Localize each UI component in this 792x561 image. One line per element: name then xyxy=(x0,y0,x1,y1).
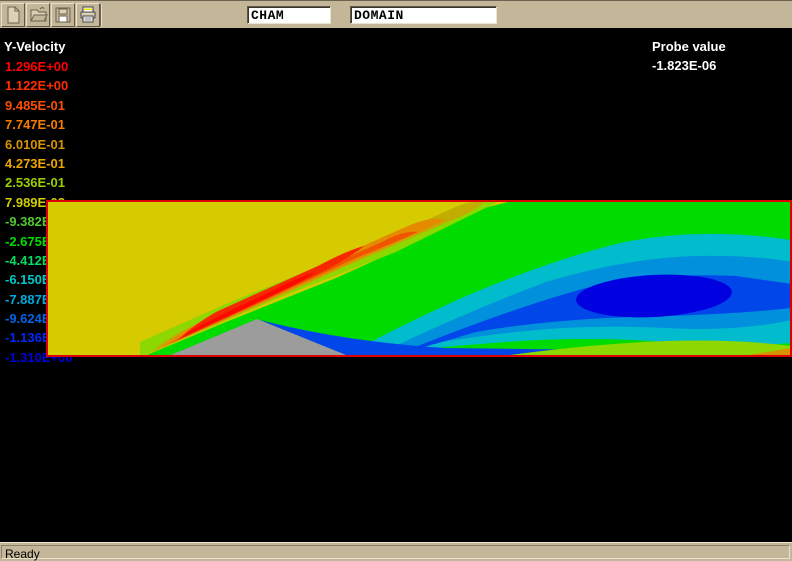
new-document-icon xyxy=(3,5,23,25)
probe-label: Probe value xyxy=(652,39,726,58)
legend-value: 9.485E-01 xyxy=(5,96,73,115)
legend-value: 4.273E-01 xyxy=(5,154,73,173)
probe-readout: Probe value -1.823E-06 xyxy=(652,39,726,77)
legend-value: 2.536E-01 xyxy=(5,173,73,192)
printer-icon xyxy=(78,5,98,25)
status-text: Ready xyxy=(1,545,790,559)
case-name-field[interactable] xyxy=(247,6,331,24)
save-button[interactable] xyxy=(51,3,75,27)
open-button[interactable] xyxy=(26,3,50,27)
legend-title: Y-Velocity xyxy=(4,39,65,54)
legend-value: 1.122E+00 xyxy=(5,76,73,95)
legend-value: 6.010E-01 xyxy=(5,135,73,154)
phoenics-viewer-window: { "toolbar": { "buttons": [ { "label": "… xyxy=(0,0,792,561)
toolbar-separator xyxy=(100,4,102,26)
status-bar: Ready xyxy=(0,542,792,561)
toolbar xyxy=(0,0,792,28)
print-button[interactable] xyxy=(76,3,100,27)
new-button[interactable] xyxy=(1,3,25,27)
legend-value: 7.747E-01 xyxy=(5,115,73,134)
save-floppy-icon xyxy=(53,5,73,25)
legend-value: 1.296E+00 xyxy=(5,57,73,76)
contour-plot[interactable] xyxy=(46,200,792,357)
domain-name-field[interactable] xyxy=(350,6,497,24)
open-folder-icon xyxy=(28,5,48,25)
probe-value: -1.823E-06 xyxy=(652,58,726,77)
